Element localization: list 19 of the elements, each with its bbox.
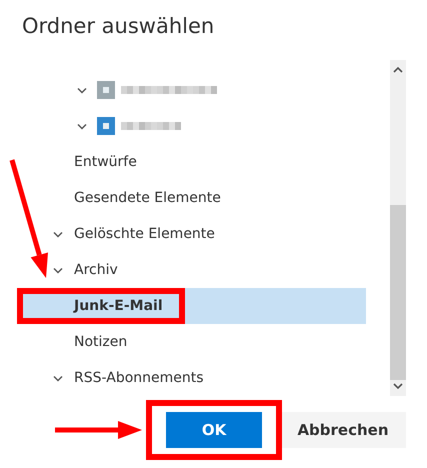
scrollbar[interactable] — [390, 60, 406, 396]
folder-item[interactable]: Entwürfe — [74, 152, 137, 172]
ok-button[interactable]: OK — [166, 412, 262, 448]
folder-item[interactable]: Gelöschte Elemente — [74, 224, 215, 244]
folder-label: Junk-E-Mail — [74, 296, 163, 316]
chevron-icon[interactable] — [53, 374, 63, 382]
chevron-icon[interactable] — [77, 122, 87, 130]
chevron-icon[interactable] — [53, 266, 63, 274]
folder-item[interactable]: RSS-Abonnements — [74, 368, 204, 388]
folder-item[interactable]: Archiv — [74, 260, 118, 280]
dialog-title: Ordner auswählen — [22, 14, 214, 40]
cancel-button[interactable]: Abbrechen — [280, 412, 406, 448]
scroll-thumb[interactable] — [390, 205, 406, 380]
folder-item[interactable]: Notizen — [74, 332, 128, 352]
folder-item[interactable]: Gesendete Elemente — [74, 188, 221, 208]
scroll-up-icon[interactable] — [393, 66, 403, 74]
scroll-down-icon[interactable] — [393, 382, 403, 390]
chevron-icon[interactable] — [77, 86, 87, 94]
chevron-icon[interactable] — [53, 230, 63, 238]
